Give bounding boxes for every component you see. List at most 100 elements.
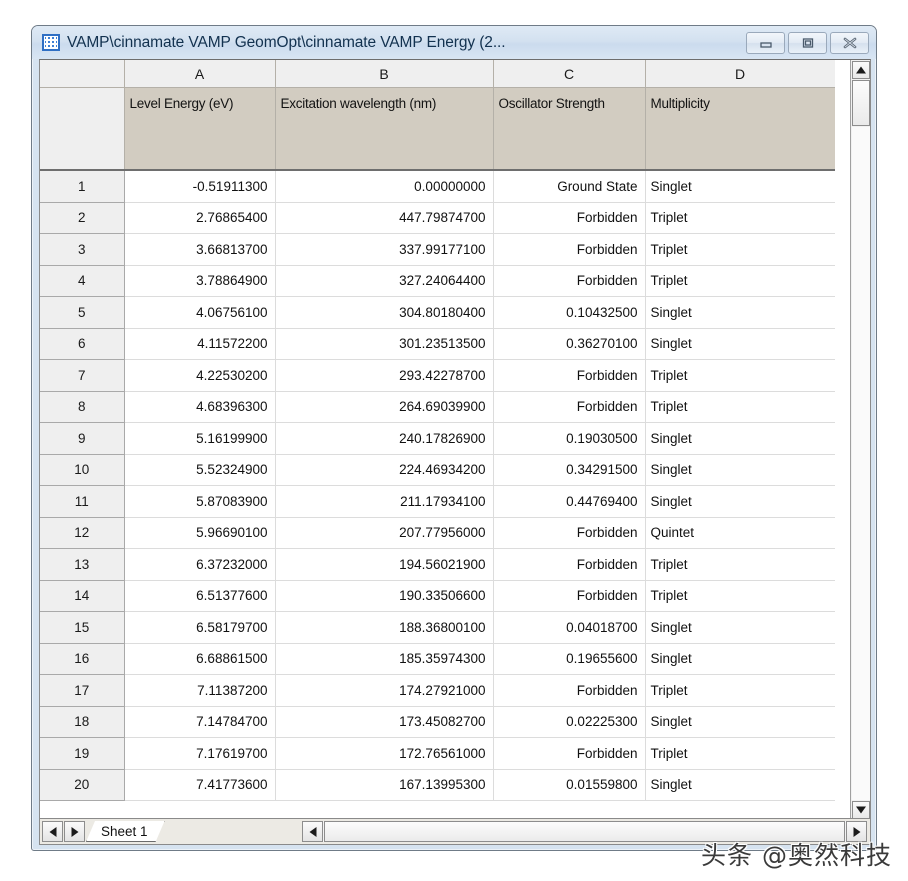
cell-oscillator-strength[interactable]: Forbidden bbox=[493, 391, 646, 423]
table-row[interactable]: 17 7.11387200 174.27921000 Forbidden Triplet bbox=[40, 674, 835, 707]
table-row[interactable]: 4 3.78864900 327.24064400 Forbidden Triplet bbox=[40, 265, 835, 297]
cell-multiplicity[interactable]: Triplet bbox=[645, 391, 835, 423]
cell-level-energy[interactable]: 7.17619700 bbox=[124, 737, 276, 770]
cell-oscillator-strength[interactable]: Forbidden bbox=[493, 580, 646, 612]
cell-oscillator-strength[interactable]: Forbidden bbox=[493, 548, 646, 581]
row-header-cell[interactable]: 5 bbox=[40, 296, 125, 329]
table-row[interactable]: 10 5.52324900 224.46934200 0.34291500 Single… bbox=[40, 454, 835, 486]
cell-level-energy[interactable]: 4.68396300 bbox=[124, 391, 276, 423]
cell-multiplicity[interactable]: Singlet bbox=[645, 769, 835, 801]
row-header-cell[interactable]: 13 bbox=[40, 548, 125, 581]
vertical-scrollbar[interactable] bbox=[850, 60, 870, 818]
long-name-a[interactable]: Level Energy (eV) bbox=[124, 87, 276, 171]
column-header-b[interactable]: B bbox=[275, 60, 494, 88]
cell-oscillator-strength[interactable]: 0.19655600 bbox=[493, 643, 646, 675]
cell-excitation-wavelength[interactable]: 167.13995300 bbox=[275, 769, 494, 801]
row-header-cell[interactable]: 10 bbox=[40, 454, 125, 486]
column-header-d[interactable]: D bbox=[645, 60, 835, 88]
row-header-cell[interactable]: 18 bbox=[40, 706, 125, 738]
cell-excitation-wavelength[interactable]: 264.69039900 bbox=[275, 391, 494, 423]
cell-level-energy[interactable]: 6.58179700 bbox=[124, 611, 276, 644]
cell-level-energy[interactable]: 6.51377600 bbox=[124, 580, 276, 612]
cell-oscillator-strength[interactable]: Forbidden bbox=[493, 737, 646, 770]
row-header-cell[interactable]: 6 bbox=[40, 328, 125, 360]
table-row[interactable]: 1 -0.51911300 0.00000000 Ground State Single… bbox=[40, 170, 835, 203]
cell-excitation-wavelength[interactable]: 207.77956000 bbox=[275, 517, 494, 549]
cell-excitation-wavelength[interactable]: 190.33506600 bbox=[275, 580, 494, 612]
title-bar[interactable]: VAMP\cinnamate VAMP GeomOpt\cinnamate VA… bbox=[32, 26, 876, 59]
scroll-down-button[interactable] bbox=[852, 801, 870, 818]
cell-multiplicity[interactable]: Triplet bbox=[645, 359, 835, 392]
cell-oscillator-strength[interactable]: 0.02225300 bbox=[493, 706, 646, 738]
long-name-b[interactable]: Excitation wavelength (nm) bbox=[275, 87, 494, 171]
cell-level-energy[interactable]: 7.11387200 bbox=[124, 674, 276, 707]
column-header-c[interactable]: C bbox=[493, 60, 646, 88]
cell-excitation-wavelength[interactable]: 447.79874700 bbox=[275, 202, 494, 234]
cell-oscillator-strength[interactable]: 0.10432500 bbox=[493, 296, 646, 329]
cell-oscillator-strength[interactable]: 0.04018700 bbox=[493, 611, 646, 644]
cell-multiplicity[interactable]: Singlet bbox=[645, 643, 835, 675]
table-row[interactable]: 14 6.51377600 190.33506600 Forbidden Triplet bbox=[40, 580, 835, 612]
cell-excitation-wavelength[interactable]: 337.99177100 bbox=[275, 233, 494, 266]
cell-excitation-wavelength[interactable]: 194.56021900 bbox=[275, 548, 494, 581]
cell-multiplicity[interactable]: Singlet bbox=[645, 485, 835, 518]
cell-oscillator-strength[interactable]: Forbidden bbox=[493, 517, 646, 549]
cell-multiplicity[interactable]: Triplet bbox=[645, 674, 835, 707]
cell-excitation-wavelength[interactable]: 304.80180400 bbox=[275, 296, 494, 329]
cell-oscillator-strength[interactable]: Forbidden bbox=[493, 265, 646, 297]
grid-viewport[interactable]: A B C D Level Energy (eV) Excitation wav… bbox=[40, 60, 835, 818]
cell-level-energy[interactable]: 5.52324900 bbox=[124, 454, 276, 486]
row-header-cell[interactable]: 9 bbox=[40, 422, 125, 455]
cell-oscillator-strength[interactable]: Forbidden bbox=[493, 233, 646, 266]
cell-level-energy[interactable]: 4.06756100 bbox=[124, 296, 276, 329]
cell-oscillator-strength[interactable]: 0.34291500 bbox=[493, 454, 646, 486]
cell-excitation-wavelength[interactable]: 172.76561000 bbox=[275, 737, 494, 770]
cell-multiplicity[interactable]: Triplet bbox=[645, 580, 835, 612]
cell-excitation-wavelength[interactable]: 240.17826900 bbox=[275, 422, 494, 455]
cell-excitation-wavelength[interactable]: 293.42278700 bbox=[275, 359, 494, 392]
cell-oscillator-strength[interactable]: 0.36270100 bbox=[493, 328, 646, 360]
cell-multiplicity[interactable]: Triplet bbox=[645, 737, 835, 770]
cell-level-energy[interactable]: 3.78864900 bbox=[124, 265, 276, 297]
cell-multiplicity[interactable]: Singlet bbox=[645, 328, 835, 360]
scroll-left-button[interactable] bbox=[302, 821, 323, 842]
table-row[interactable]: 2 2.76865400 447.79874700 Forbidden Triplet bbox=[40, 202, 835, 234]
cell-oscillator-strength[interactable]: Forbidden bbox=[493, 674, 646, 707]
column-header-a[interactable]: A bbox=[124, 60, 276, 88]
cell-multiplicity[interactable]: Singlet bbox=[645, 706, 835, 738]
cell-oscillator-strength[interactable]: Forbidden bbox=[493, 202, 646, 234]
restore-button[interactable] bbox=[788, 31, 827, 54]
row-header-cell[interactable]: 11 bbox=[40, 485, 125, 518]
cell-level-energy[interactable]: 3.66813700 bbox=[124, 233, 276, 266]
cell-oscillator-strength[interactable]: 0.44769400 bbox=[493, 485, 646, 518]
cell-excitation-wavelength[interactable]: 301.23513500 bbox=[275, 328, 494, 360]
cell-multiplicity[interactable]: Singlet bbox=[645, 611, 835, 644]
scroll-up-button[interactable] bbox=[852, 61, 870, 79]
row-header-cell[interactable]: 17 bbox=[40, 674, 125, 707]
table-row[interactable]: 9 5.16199900 240.17826900 0.19030500 Singlet bbox=[40, 422, 835, 455]
cell-excitation-wavelength[interactable]: 188.36800100 bbox=[275, 611, 494, 644]
table-row[interactable]: 11 5.87083900 211.17934100 0.44769400 Single… bbox=[40, 485, 835, 518]
minimize-button[interactable] bbox=[746, 31, 785, 54]
cell-excitation-wavelength[interactable]: 211.17934100 bbox=[275, 485, 494, 518]
row-header-cell[interactable]: 1 bbox=[40, 170, 125, 203]
cell-level-energy[interactable]: 6.37232000 bbox=[124, 548, 276, 581]
cell-level-energy[interactable]: 5.16199900 bbox=[124, 422, 276, 455]
row-header-cell[interactable]: 19 bbox=[40, 737, 125, 770]
close-button[interactable] bbox=[830, 31, 869, 54]
row-header-cell[interactable]: 3 bbox=[40, 233, 125, 266]
table-row[interactable]: 8 4.68396300 264.69039900 Forbidden Triplet bbox=[40, 391, 835, 423]
select-all-corner[interactable] bbox=[40, 60, 125, 88]
cell-level-energy[interactable]: 2.76865400 bbox=[124, 202, 276, 234]
cell-multiplicity[interactable]: Singlet bbox=[645, 454, 835, 486]
row-header-cell[interactable]: 20 bbox=[40, 769, 125, 801]
row-header-cell[interactable]: 12 bbox=[40, 517, 125, 549]
sheet-tab-sheet-1[interactable]: Sheet 1 bbox=[86, 821, 165, 842]
long-name-c[interactable]: Oscillator Strength bbox=[493, 87, 646, 171]
cell-multiplicity[interactable]: Singlet bbox=[645, 296, 835, 329]
cell-multiplicity[interactable]: Singlet bbox=[645, 422, 835, 455]
cell-multiplicity[interactable]: Triplet bbox=[645, 265, 835, 297]
cell-oscillator-strength[interactable]: Ground State bbox=[493, 170, 646, 203]
cell-level-energy[interactable]: 7.14784700 bbox=[124, 706, 276, 738]
cell-level-energy[interactable]: -0.51911300 bbox=[124, 170, 276, 203]
